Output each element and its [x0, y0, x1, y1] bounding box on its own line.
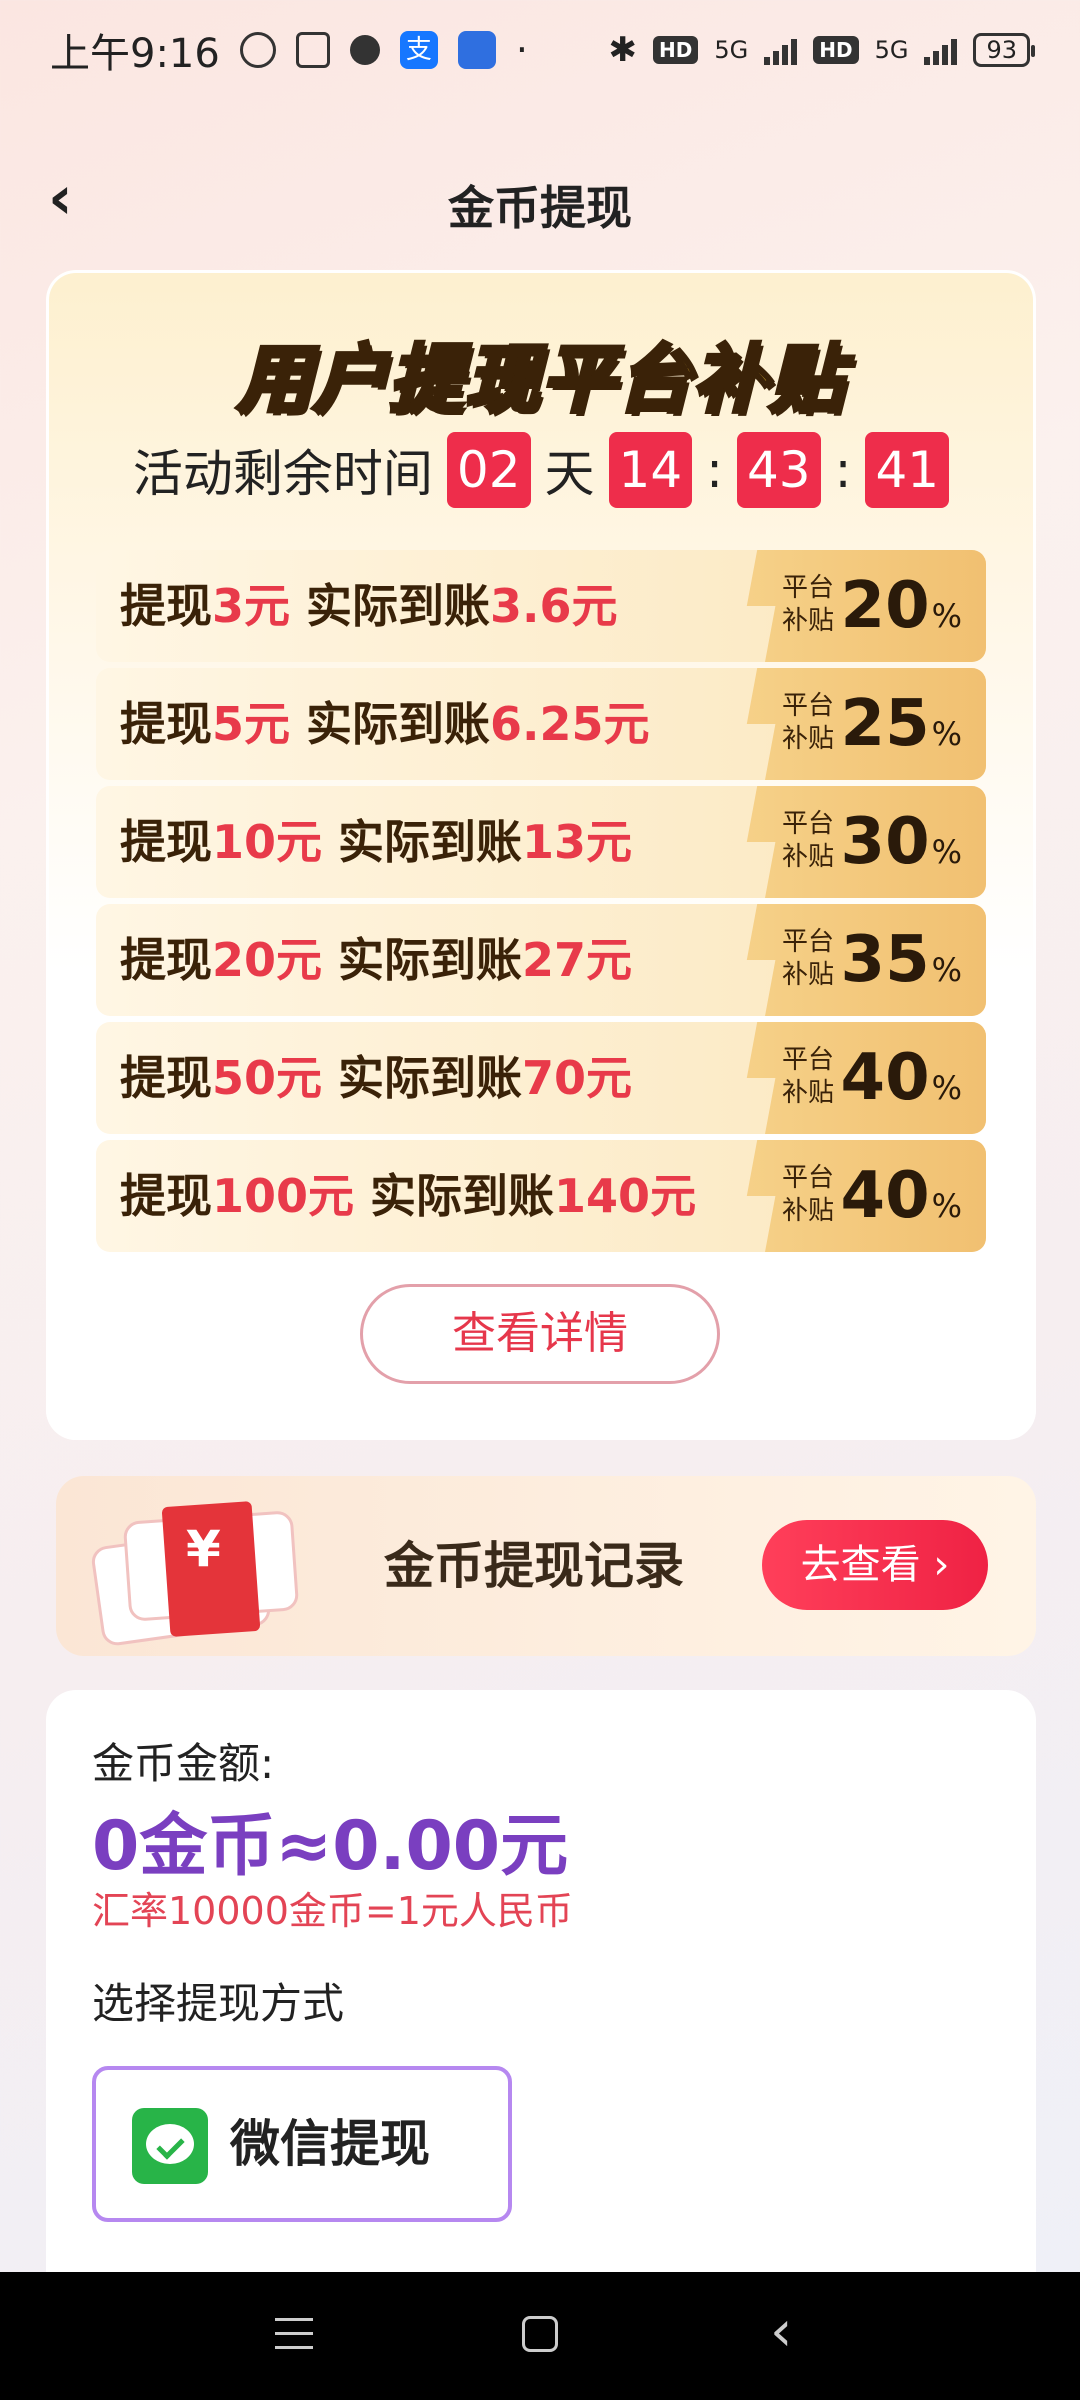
tier-description: 提现3元 实际到账3.6元	[120, 579, 618, 633]
countdown-seconds: 41	[865, 432, 950, 508]
tier-subsidy-percent: 40%	[840, 1159, 962, 1233]
more-notifications-dot-icon: ·	[515, 28, 528, 72]
tier-subsidy-percent: 40%	[840, 1041, 962, 1115]
tier-withdraw-amount: 10元	[212, 815, 323, 869]
countdown-separator: :	[834, 441, 852, 499]
balance-value: 0金币≈0.00元	[92, 1807, 569, 1886]
tier-description: 提现5元 实际到账6.25元	[120, 697, 650, 751]
app-notification-icon	[349, 35, 380, 65]
countdown-timer: 活动剩余时间 02 天 14 : 43 : 41	[46, 432, 1036, 508]
yen-icon: ¥	[186, 1520, 221, 1578]
tier-withdraw-amount: 50元	[212, 1051, 323, 1105]
tier-description: 提现20元 实际到账27元	[120, 933, 633, 987]
subsidy-tier-row: 提现20元 实际到账27元 平台 补贴 35%	[96, 904, 986, 1016]
battery-indicator: 93	[973, 33, 1035, 67]
alarm-icon	[239, 32, 276, 68]
wechat-withdraw-option[interactable]: 微信提现	[92, 2066, 512, 2222]
tier-withdraw-amount: 5元	[212, 697, 291, 751]
tier-receive-amount: 3.6元	[490, 579, 618, 633]
tier-subsidy-percent: 20%	[840, 569, 962, 643]
system-nav-bar: ‹	[0, 2272, 1080, 2400]
wechat-withdraw-label: 微信提现	[230, 2115, 430, 2173]
tier-subsidy-percent: 30%	[840, 805, 962, 879]
withdraw-method-label: 选择提现方式	[92, 1979, 345, 2028]
hd-badge-1: HD	[653, 36, 699, 64]
tier-description: 提现50元 实际到账70元	[120, 1051, 633, 1105]
money-illustration-icon: ¥	[86, 1496, 326, 1648]
promo-banner: 用户提现平台补贴	[46, 320, 1036, 427]
home-icon[interactable]	[522, 2316, 558, 2352]
page-title: 金币提现	[448, 181, 632, 235]
broadcast-icon	[457, 31, 496, 69]
tier-receive-amount: 13元	[522, 815, 633, 869]
status-time: 上午9:16	[50, 31, 220, 77]
subsidy-tier-row: 提现100元 实际到账140元 平台 补贴 40%	[96, 1140, 986, 1252]
tier-badge-label: 平台 补贴	[781, 691, 834, 754]
subsidy-tier-row: 提现10元 实际到账13元 平台 补贴 30%	[96, 786, 986, 898]
tier-withdraw-amount: 3元	[212, 579, 291, 633]
countdown-minutes: 43	[737, 432, 821, 508]
tier-description: 提现100元 实际到账140元	[120, 1169, 697, 1223]
tier-badge-label: 平台 补贴	[781, 1163, 834, 1226]
alipay-icon: 支	[399, 31, 438, 69]
subsidy-tier-row: 提现3元 实际到账3.6元 平台 补贴 20%	[96, 550, 986, 662]
signal-bars-icon-2	[924, 35, 958, 65]
tier-receive-amount: 70元	[522, 1051, 633, 1105]
tier-badge-label: 平台 补贴	[781, 1045, 834, 1108]
tier-receive-amount: 140元	[554, 1169, 697, 1223]
banner-text-platform-subsidy: 平台补贴	[539, 335, 845, 425]
bluetooth-icon: ✱	[608, 30, 638, 70]
countdown-days: 02	[446, 432, 531, 508]
tier-withdraw-amount: 100元	[212, 1169, 355, 1223]
subsidy-tier-list: 提现3元 实际到账3.6元 平台 补贴 20% 提现5元 实际到账6.25元 平台…	[96, 550, 986, 1258]
tier-withdraw-amount: 20元	[212, 933, 323, 987]
tier-badge-label: 平台 补贴	[781, 927, 834, 990]
tier-description: 提现10元 实际到账13元	[120, 815, 633, 869]
tier-subsidy-percent: 35%	[840, 923, 962, 997]
balance-label: 金币金额:	[92, 1739, 275, 1788]
tier-badge-label: 平台 补贴	[781, 573, 834, 636]
tier-receive-amount: 27元	[522, 933, 633, 987]
hd-badge-2: HD	[813, 36, 859, 64]
countdown-separator: :	[706, 441, 723, 499]
tier-subsidy-percent: 25%	[840, 687, 962, 761]
countdown-label: 活动剩余时间	[132, 445, 433, 503]
exchange-rate-text: 汇率10000金币=1元人民币	[92, 1889, 573, 1933]
nfc-icon	[295, 32, 330, 68]
menu-icon[interactable]	[275, 2318, 313, 2352]
withdraw-records-title: 金币提现记录	[384, 1537, 684, 1595]
promo-card: 用户提现平台补贴 活动剩余时间 02 天 14 : 43 : 41 提现3元 实…	[46, 270, 1036, 1440]
view-details-button[interactable]: 查看详情	[360, 1284, 720, 1384]
subsidy-tier-row: 提现50元 实际到账70元 平台 补贴 40%	[96, 1022, 986, 1134]
status-bar: 上午9:16 支 · ✱ HD 5G HD 5G 93	[0, 0, 1080, 100]
wechat-icon	[132, 2108, 208, 2184]
tier-receive-amount: 6.25元	[490, 697, 650, 751]
app-header: ‹ 金币提现	[0, 150, 1080, 250]
withdraw-records-card[interactable]: ¥ 金币提现记录 去查看 ›	[56, 1476, 1036, 1656]
banner-text-user-withdraw: 用户提现	[235, 335, 541, 425]
back-nav-icon[interactable]: ‹	[770, 2302, 792, 2362]
signal-bars-icon-1	[764, 35, 798, 65]
go-view-records-button[interactable]: 去查看 ›	[762, 1520, 988, 1610]
countdown-days-unit: 天	[544, 445, 595, 503]
network-5g-label-1: 5G	[714, 36, 749, 64]
network-5g-label-2: 5G	[874, 36, 909, 64]
tier-badge-label: 平台 补贴	[781, 809, 834, 872]
subsidy-tier-row: 提现5元 实际到账6.25元 平台 补贴 25%	[96, 668, 986, 780]
countdown-hours: 14	[608, 432, 693, 508]
